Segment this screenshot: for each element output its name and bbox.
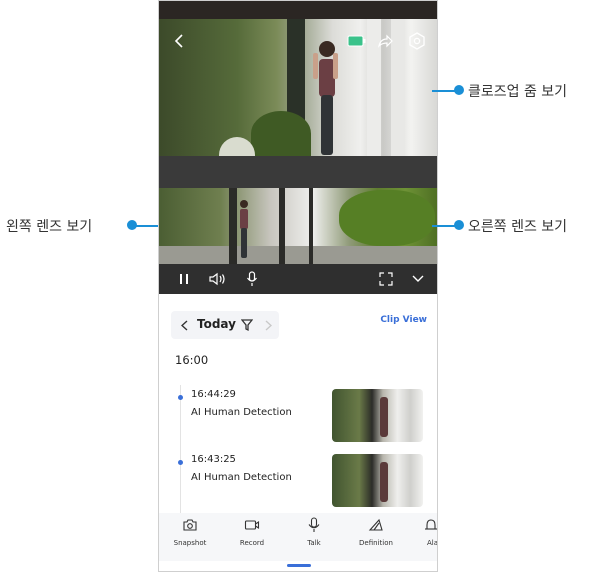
status-bar — [159, 1, 437, 19]
video-pillar — [309, 188, 313, 264]
video-ground — [159, 246, 437, 264]
talk-button[interactable]: Talk — [289, 517, 339, 555]
callout-dot-left — [127, 220, 137, 230]
filter-icon[interactable] — [240, 317, 255, 333]
event-type: AI Human Detection — [191, 472, 292, 483]
video-tree — [339, 190, 435, 246]
event-item[interactable]: 16:43:25 AI Human Detection — [175, 454, 425, 510]
record-button[interactable]: Record — [227, 517, 277, 555]
event-dot — [178, 395, 183, 400]
mic-icon — [308, 517, 320, 532]
callout-dot-right — [454, 220, 464, 230]
snapshot-button[interactable]: Snapshot — [165, 517, 215, 555]
mic-icon[interactable] — [243, 270, 261, 288]
event-thumbnail[interactable] — [332, 389, 423, 442]
share-icon[interactable] — [375, 31, 395, 51]
event-time: 16:44:29 — [191, 389, 236, 400]
speaker-icon[interactable] — [209, 270, 227, 288]
hour-heading: 16:00 — [175, 353, 209, 367]
video-person — [313, 41, 338, 155]
chevron-down-icon[interactable] — [409, 270, 427, 288]
callout-closeup: 클로즈업 줌 보기 — [468, 84, 568, 100]
video-divider — [159, 156, 437, 188]
alarm-icon — [425, 519, 437, 530]
talk-label: Talk — [307, 539, 321, 547]
clip-view-link[interactable]: Clip View — [380, 315, 427, 325]
video-person — [240, 200, 248, 258]
previous-day-icon[interactable] — [177, 317, 191, 333]
screenshot: 왼쪽 렌즈 보기 Today Clip View 16:00 16:44:29 … — [0, 0, 603, 572]
closeup-video-view[interactable] — [159, 19, 437, 156]
battery-icon — [347, 31, 367, 51]
video-lamp — [219, 137, 255, 156]
video-pillar — [279, 188, 285, 264]
callout-left-lens: 왼쪽 렌즈 보기 — [6, 219, 93, 235]
date-selector-row: Today Clip View — [171, 311, 427, 339]
fullscreen-icon[interactable] — [377, 270, 395, 288]
home-indicator — [287, 564, 311, 567]
event-thumbnail[interactable] — [332, 454, 423, 507]
definition-label: Definition — [359, 539, 393, 547]
video-bush — [251, 111, 311, 156]
alarm-button[interactable]: Ala — [413, 517, 438, 555]
wide-video-view[interactable] — [159, 188, 437, 264]
thumbnail-person — [380, 397, 388, 437]
video-control-bar — [159, 264, 437, 294]
callout-dot-closeup — [454, 85, 464, 95]
camera-icon — [183, 519, 197, 531]
settings-icon[interactable] — [407, 31, 427, 51]
record-label: Record — [239, 539, 265, 547]
record-icon — [244, 520, 260, 530]
action-toolbar: Snapshot Record Talk Definition Ala — [159, 513, 438, 561]
phone-screen: Today Clip View 16:00 16:44:29 AI Human … — [158, 0, 438, 572]
video-pillar — [229, 188, 237, 264]
callout-right-lens: 오른쪽 렌즈 보기 — [468, 219, 568, 235]
definition-button[interactable]: Definition — [351, 517, 401, 555]
thumbnail-person — [380, 462, 388, 502]
event-time: 16:43:25 — [191, 454, 236, 465]
event-dot — [178, 460, 183, 465]
back-icon[interactable] — [169, 31, 189, 51]
event-type: AI Human Detection — [191, 407, 292, 418]
date-selector: Today — [171, 311, 279, 339]
pause-icon[interactable] — [175, 270, 193, 288]
event-item[interactable]: 16:44:29 AI Human Detection — [175, 389, 425, 445]
definition-icon — [368, 518, 383, 531]
date-label[interactable]: Today — [197, 317, 236, 331]
snapshot-label: Snapshot — [173, 539, 207, 547]
next-day-icon[interactable] — [261, 317, 275, 333]
alarm-label: Ala — [427, 539, 438, 547]
